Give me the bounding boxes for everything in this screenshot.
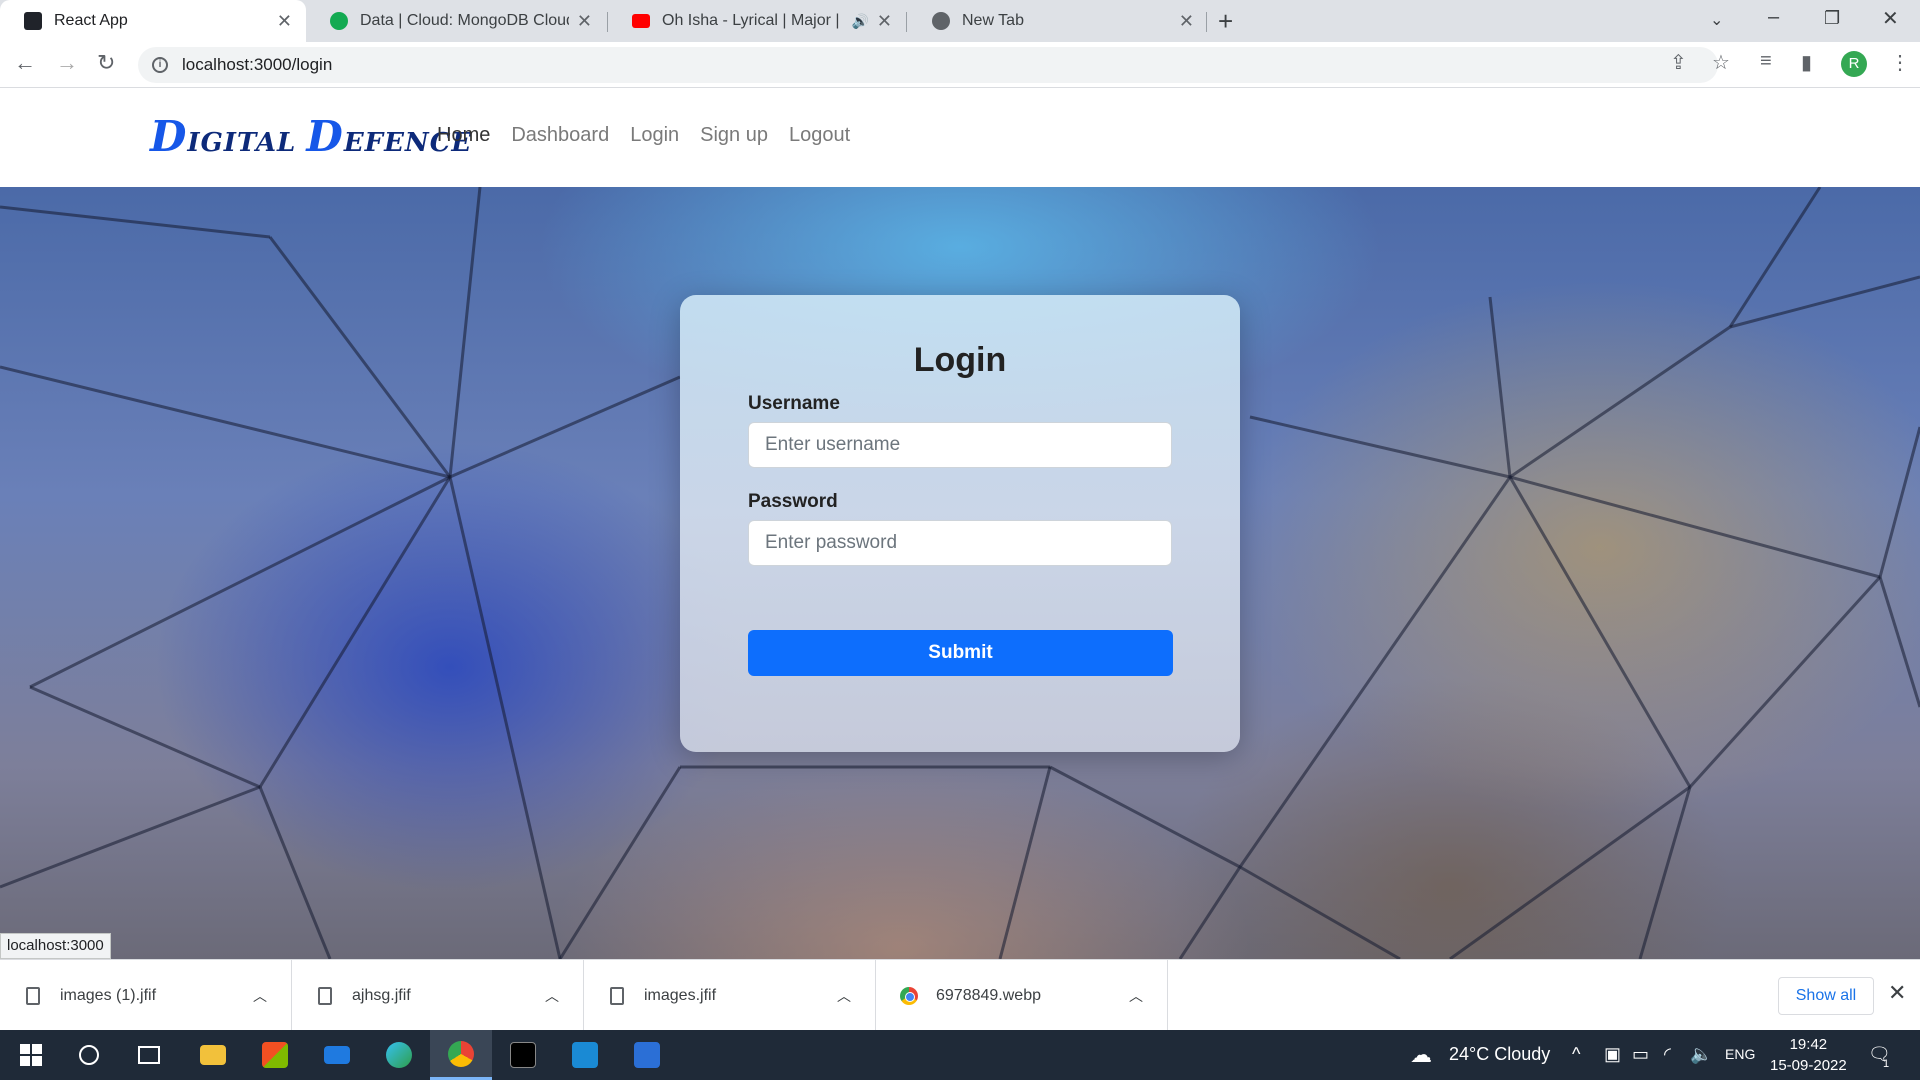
back-icon[interactable]: ← [14,50,36,76]
vscode-icon[interactable] [554,1030,616,1080]
chevron-up-icon[interactable]: ^ [1572,1044,1580,1065]
powershell-icon[interactable] [616,1030,678,1080]
file-icon [26,986,40,1005]
tab-separator [1206,12,1207,32]
clock-time: 19:42 [1789,1036,1828,1053]
forward-icon[interactable]: → [56,50,78,76]
close-downloads-icon[interactable]: ✕ [1888,980,1906,1006]
tab-strip: React App ✕ Data | Cloud: MongoDB Cloud … [0,0,1920,42]
battery-icon[interactable]: ▭ [1632,1044,1649,1065]
restore-icon[interactable]: ❐ [1824,8,1840,29]
login-title: Login [913,341,1007,379]
new-tab-icon[interactable]: + [1218,6,1233,37]
cloudy-weather-icon[interactable]: ☁ [1410,1042,1432,1068]
chrome-taskbar-icon[interactable] [430,1030,492,1080]
chevron-up-icon[interactable]: ︿ [545,986,559,1006]
download-item[interactable]: images.jfif ︿ [584,960,876,1031]
nav-home[interactable]: Home [437,124,490,147]
link-status-bubble: localhost:3000 [0,933,111,959]
weather-text[interactable]: 24°C Cloudy [1449,1044,1550,1065]
tab-search-icon[interactable]: ⌄ [1710,10,1723,30]
nav-login[interactable]: Login [630,124,679,147]
chevron-up-icon[interactable]: ︿ [837,986,851,1006]
hero-background: Login Username Password Submit localhost… [0,187,1920,959]
language-indicator[interactable]: ENG [1725,1046,1755,1062]
login-card: Login Username Password Submit [680,295,1240,752]
system-clock[interactable]: 19:42 15-09-2022 [1770,1034,1847,1076]
notification-count: 1 [1883,1058,1890,1070]
share-icon[interactable]: ⇪ [1670,50,1687,75]
bookmark-star-icon[interactable]: ☆ [1712,50,1730,75]
brand-logo[interactable]: DIGITAL DEFENCE [150,112,472,161]
clock-date: 15-09-2022 [1770,1057,1847,1074]
close-icon[interactable]: ✕ [1179,11,1194,32]
file-icon [318,986,332,1005]
windows-start-icon[interactable] [0,1030,62,1080]
download-filename: 6978849.webp [936,986,1041,1004]
chevron-up-icon[interactable]: ︿ [1129,986,1143,1006]
tab-react-app[interactable]: React App ✕ [0,0,306,42]
reload-icon[interactable]: ↻ [97,50,115,76]
password-label: Password [748,491,838,512]
chrome-icon [900,986,918,1005]
tab-youtube[interactable]: Oh Isha - Lyrical | Major | Adi 🔊 ✕ [608,0,906,42]
mail-icon[interactable] [306,1030,368,1080]
download-item[interactable]: images (1).jfif ︿ [0,960,292,1031]
download-filename: images (1).jfif [60,986,157,1004]
file-icon [610,986,624,1005]
downloads-bar: images (1).jfif ︿ ajhsg.jfif ︿ images.jf… [0,959,1920,1031]
url-text: localhost:3000/login [182,55,333,74]
tab-separator [906,12,907,32]
close-icon[interactable]: ✕ [277,11,292,32]
microsoft-store-icon[interactable] [244,1030,306,1080]
side-panel-icon[interactable]: ▮ [1801,50,1812,75]
chevron-up-icon[interactable]: ︿ [253,986,267,1006]
react-icon [24,12,42,30]
username-label: Username [748,393,840,414]
username-input[interactable] [748,422,1172,468]
nav-signup[interactable]: Sign up [700,124,768,147]
profile-avatar[interactable]: R [1841,51,1867,77]
address-bar[interactable]: i localhost:3000/login [138,47,1718,83]
file-explorer-icon[interactable] [182,1030,244,1080]
app-navbar: DIGITAL DEFENCE Home Dashboard Login Sig… [0,88,1920,187]
close-icon[interactable]: ✕ [877,11,892,32]
meet-now-icon[interactable]: ▣ [1604,1044,1621,1065]
volume-icon[interactable]: 🔈 [1690,1044,1712,1065]
submit-button[interactable]: Submit [748,630,1173,676]
tab-title: Data | Cloud: MongoDB Cloud [360,12,569,29]
search-icon[interactable] [58,1030,120,1080]
youtube-icon [632,14,650,28]
chrome-icon [932,12,950,30]
nav-logout[interactable]: Logout [789,124,850,147]
task-view-icon[interactable] [118,1030,180,1080]
download-filename: images.jfif [644,986,717,1004]
chrome-menu-icon[interactable]: ⋮ [1890,50,1910,75]
nav-dashboard[interactable]: Dashboard [511,124,609,147]
tab-title: New Tab [962,12,1024,29]
mongodb-leaf-icon [330,12,348,30]
network-icon[interactable]: ◜ [1664,1044,1671,1065]
minimize-icon[interactable]: – [1768,6,1779,29]
speaker-icon[interactable]: 🔊 [851,13,868,30]
edge-icon[interactable] [368,1030,430,1080]
download-item[interactable]: ajhsg.jfif ︿ [292,960,584,1031]
tab-new-tab[interactable]: New Tab ✕ [908,0,1208,42]
tab-title: React App [54,12,128,29]
download-filename: ajhsg.jfif [352,986,411,1004]
tab-mongodb[interactable]: Data | Cloud: MongoDB Cloud ✕ [306,0,606,42]
terminal-icon[interactable] [492,1030,554,1080]
tab-title: Oh Isha - Lyrical | Major | Adi [662,12,843,29]
download-item[interactable]: 6978849.webp ︿ [876,960,1168,1031]
password-input[interactable] [748,520,1172,566]
windows-taskbar: ☁ 24°C Cloudy ^ ▣ ▭ ◜ 🔈 ENG 19:42 15-09-… [0,1030,1920,1080]
site-info-icon[interactable]: i [152,57,168,73]
show-all-button[interactable]: Show all [1778,977,1874,1015]
nav-links: Home Dashboard Login Sign up Logout [437,124,850,147]
window-close-icon[interactable]: ✕ [1882,6,1899,31]
media-queue-icon[interactable]: ≡ [1760,50,1772,73]
browser-toolbar: ← → ↻ i localhost:3000/login ⇪ ☆ ≡ ▮ [0,42,1920,88]
close-icon[interactable]: ✕ [577,11,592,32]
